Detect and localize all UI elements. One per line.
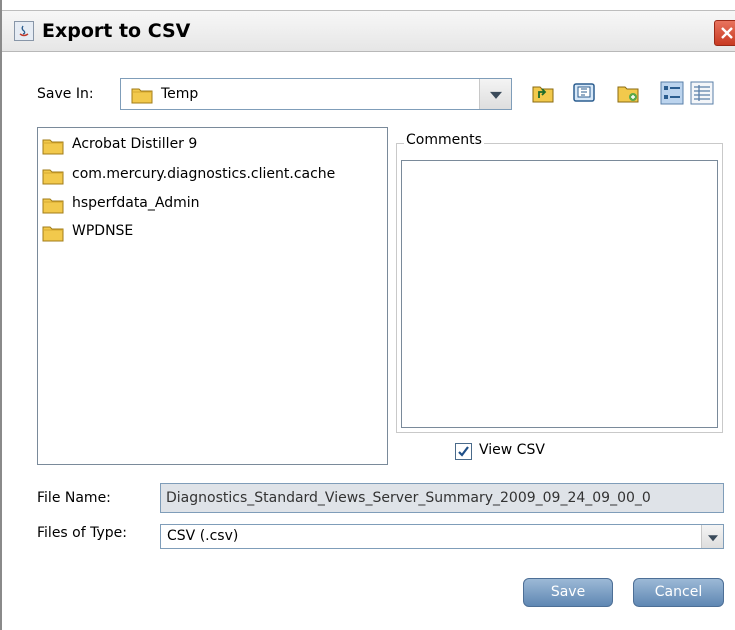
files-of-type-value: CSV (.csv) xyxy=(167,528,239,544)
file-list[interactable]: Acrobat Distiller 9 com.mercury.diagnost… xyxy=(37,127,388,465)
list-item[interactable]: hsperfdata_Admin xyxy=(42,193,382,215)
files-of-type-select[interactable]: CSV (.csv) xyxy=(160,524,724,549)
checkmark-icon xyxy=(458,446,469,457)
save-in-value: Temp xyxy=(161,86,199,102)
up-one-level-button[interactable] xyxy=(531,81,555,105)
folder-icon xyxy=(42,226,64,242)
file-name: WPDNSE xyxy=(72,223,134,239)
desktop-button[interactable] xyxy=(572,81,596,105)
dialog-title: Export to CSV xyxy=(42,20,191,42)
file-name-value: Diagnostics_Standard_Views_Server_Summar… xyxy=(166,490,651,506)
list-view-icon xyxy=(660,81,684,105)
file-name: com.mercury.diagnostics.client.cache xyxy=(72,166,336,182)
list-item[interactable]: com.mercury.diagnostics.client.cache xyxy=(42,164,382,186)
close-button[interactable] xyxy=(714,20,735,46)
folder-icon xyxy=(42,198,64,214)
desktop-icon xyxy=(573,83,595,102)
export-csv-dialog: Export to CSV Save In: Temp Acrobat Dist… xyxy=(0,0,735,630)
up-one-level-icon xyxy=(532,86,554,103)
view-csv-label: View CSV xyxy=(479,442,545,458)
list-view-button[interactable] xyxy=(660,81,684,105)
files-of-type-label: Files of Type: xyxy=(37,525,127,541)
details-view-icon xyxy=(690,81,714,105)
java-app-icon xyxy=(14,21,34,41)
comments-title: Comments xyxy=(404,132,484,148)
folder-icon xyxy=(131,88,153,104)
file-name-field[interactable]: Diagnostics_Standard_Views_Server_Summar… xyxy=(160,483,724,513)
save-in-label: Save In: xyxy=(37,86,94,102)
cancel-button[interactable]: Cancel xyxy=(633,578,724,607)
file-name: hsperfdata_Admin xyxy=(72,195,200,211)
folder-icon xyxy=(42,169,64,185)
title-bar[interactable]: Export to CSV xyxy=(2,10,735,52)
view-csv-checkbox[interactable] xyxy=(455,443,472,460)
file-name: Acrobat Distiller 9 xyxy=(72,136,198,152)
chevron-down-icon[interactable] xyxy=(479,79,511,109)
folder-icon xyxy=(42,139,64,155)
chevron-down-icon[interactable] xyxy=(701,525,723,548)
new-folder-icon xyxy=(617,86,639,103)
comments-textarea[interactable] xyxy=(401,160,718,428)
close-icon xyxy=(721,27,733,39)
save-button[interactable]: Save xyxy=(523,578,613,607)
list-item[interactable]: Acrobat Distiller 9 xyxy=(42,134,382,156)
new-folder-button[interactable] xyxy=(616,81,640,105)
list-item[interactable]: WPDNSE xyxy=(42,221,382,243)
save-in-combo[interactable]: Temp xyxy=(120,78,512,110)
file-name-label: File Name: xyxy=(37,490,111,506)
details-view-button[interactable] xyxy=(690,81,714,105)
